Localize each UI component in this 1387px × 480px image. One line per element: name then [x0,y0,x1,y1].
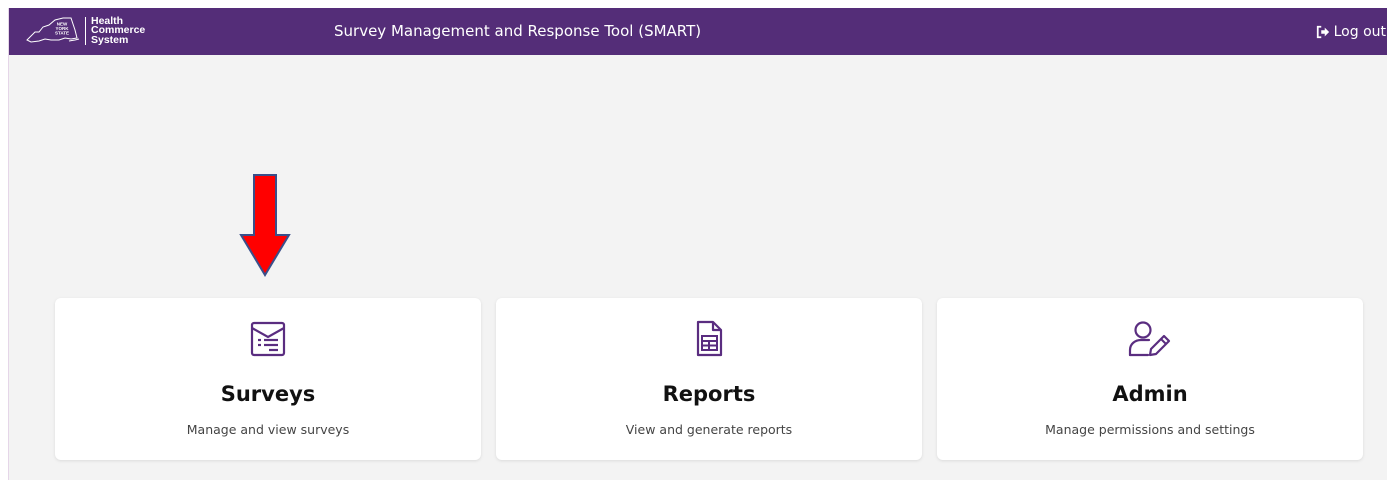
reports-card[interactable]: Reports View and generate reports [496,298,922,460]
user-edit-icon [1128,321,1171,357]
surveys-description: Manage and view surveys [186,422,350,437]
top-bar: NEW YORK STATE Health Commerce System Su… [9,8,1387,55]
admin-card[interactable]: Admin Manage permissions and settings [937,298,1363,460]
report-icon [696,320,723,357]
logout-icon [1316,25,1329,38]
surveys-icon-wrap [55,320,481,358]
svg-text:STATE: STATE [55,31,69,36]
logo-text: Health Commerce System [91,14,146,46]
admin-title: Admin [1112,382,1188,406]
reports-title: Reports [662,382,756,406]
app-title: Survey Management and Response Tool (SMA… [334,22,702,40]
logout-label: Log out [1333,23,1386,40]
reports-description: View and generate reports [625,422,793,437]
logo-divider [85,17,86,45]
logout-button[interactable]: Log out [1316,8,1387,55]
surveys-title: Surveys [220,382,316,406]
reports-icon-wrap [496,320,922,358]
survey-icon [250,321,286,357]
admin-description: Manage permissions and settings [1045,422,1255,437]
red-down-arrow-icon [239,174,291,277]
hcs-logo[interactable]: NEW YORK STATE Health Commerce System [25,14,145,48]
new-york-state-icon: NEW YORK STATE [26,17,80,43]
surveys-card[interactable]: Surveys Manage and view surveys [55,298,481,460]
admin-icon-wrap [937,320,1363,358]
app-frame: NEW YORK STATE Health Commerce System Su… [8,8,1387,480]
